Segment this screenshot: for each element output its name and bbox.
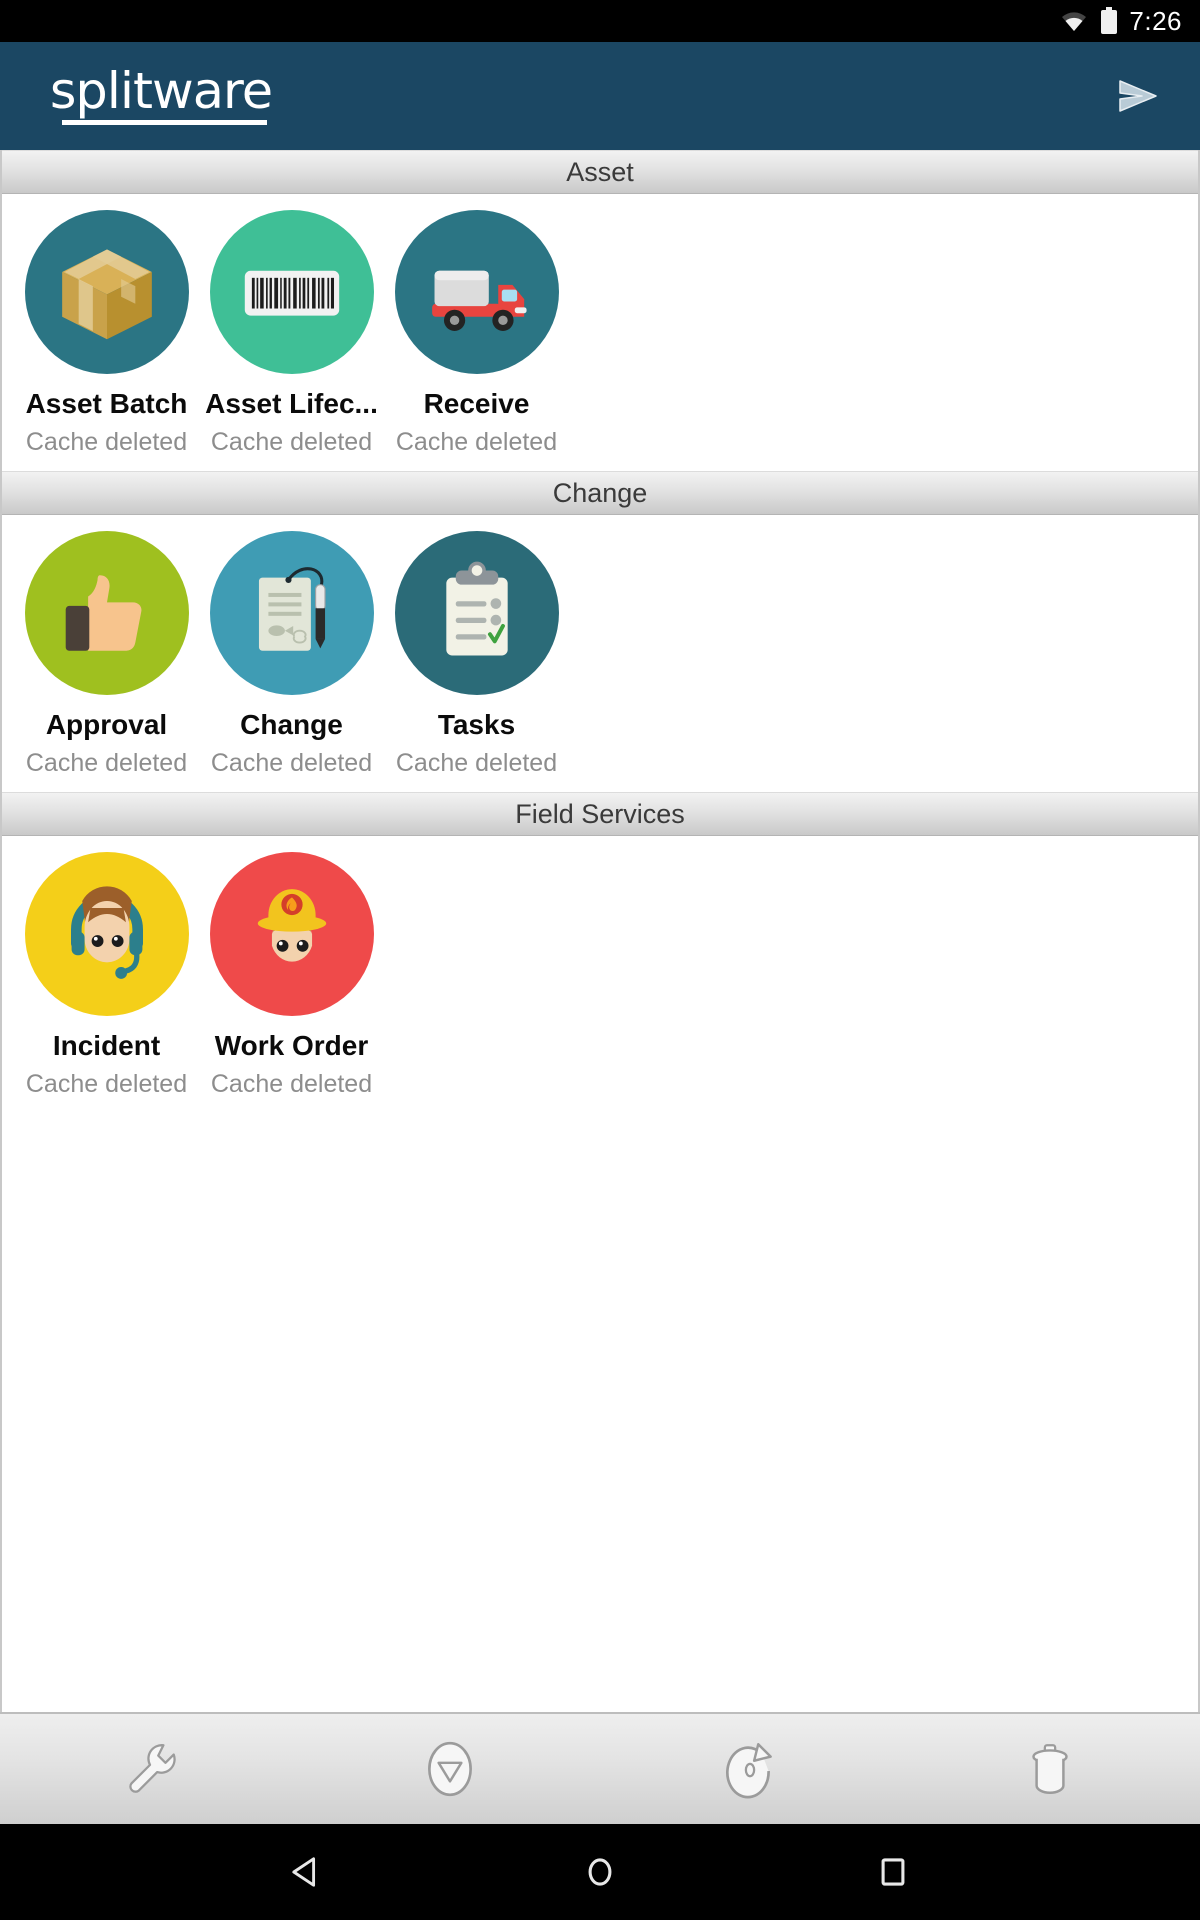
android-nav-bar [0,1824,1200,1920]
section-title: Change [552,477,648,508]
square-recents-icon[interactable] [848,1827,938,1917]
tile-label: Incident [52,1030,161,1061]
tile-tasks[interactable]: Tasks Cache deleted [384,523,569,788]
delivery-truck-icon [394,210,559,374]
tile-label: Tasks [437,709,516,740]
section-title: Field Services [515,798,685,829]
app-bar: splitware [0,42,1200,150]
tile-subtitle: Cache deleted [25,428,188,456]
send-icon[interactable] [1102,61,1172,131]
tile-asset-batch[interactable]: Asset Batch Cache deleted [14,202,199,467]
tile-change[interactable]: Change Cache deleted [199,523,384,788]
tile-subtitle: Cache deleted [395,428,558,456]
firefighter-icon [209,852,374,1016]
tile-subtitle: Cache deleted [25,749,188,777]
bottom-toolbar [0,1712,1200,1824]
tile-incident[interactable]: Incident Cache deleted [14,844,199,1109]
battery-icon [1099,7,1119,35]
section-header-change: Change [2,471,1198,515]
barcode-icon [209,210,374,374]
status-bar-time: 7:26 [1129,5,1182,36]
tile-label: Asset Batch [25,388,188,419]
tile-approval[interactable]: Approval Cache deleted [14,523,199,788]
section-header-field-services: Field Services [2,792,1198,836]
app-logo: splitware [49,62,273,125]
wrench-icon[interactable] [0,1714,300,1824]
module-list[interactable]: Asset Asset Batch Cache deleted Asset Li… [0,150,1200,1712]
section-title: Asset [566,156,634,187]
tile-subtitle: Cache deleted [210,1070,373,1098]
wifi-icon [1059,9,1089,33]
section-header-asset: Asset [2,150,1198,194]
tile-label: Work Order [214,1030,369,1061]
package-box-icon [24,210,189,374]
thumbs-up-icon [24,531,189,695]
tile-asset-lifecycle[interactable]: Asset Lifec... Cache deleted [199,202,384,467]
section-grid-field-services: Incident Cache deleted Work Order Cache … [2,836,1198,1113]
tile-subtitle: Cache deleted [210,749,373,777]
section-grid-change: Approval Cache deleted Change Cache dele… [2,515,1198,792]
app-logo-underline [62,120,267,125]
app-logo-text: splitware [49,62,273,120]
tile-subtitle: Cache deleted [25,1070,188,1098]
circular-refresh-icon[interactable] [600,1714,900,1824]
trash-icon[interactable] [900,1714,1200,1824]
tile-label: Asset Lifec... [205,388,378,419]
document-pen-icon [209,531,374,695]
tile-label: Change [240,709,343,740]
tile-label: Approval [45,709,168,740]
circle-chevron-down-icon[interactable] [300,1714,600,1824]
tile-subtitle: Cache deleted [395,749,558,777]
empty-area [2,1113,1198,1712]
circle-home-icon[interactable] [555,1827,645,1917]
support-agent-icon [24,852,189,1016]
device-screen: 7:26 splitware Asset Asset Batch Cache d… [0,0,1200,1920]
clipboard-check-icon [394,531,559,695]
section-grid-asset: Asset Batch Cache deleted Asset Lifec...… [2,194,1198,471]
tile-label: Receive [423,388,530,419]
triangle-back-icon[interactable] [262,1827,352,1917]
tile-receive[interactable]: Receive Cache deleted [384,202,569,467]
tile-work-order[interactable]: Work Order Cache deleted [199,844,384,1109]
tile-subtitle: Cache deleted [210,428,373,456]
status-bar: 7:26 [0,0,1200,42]
